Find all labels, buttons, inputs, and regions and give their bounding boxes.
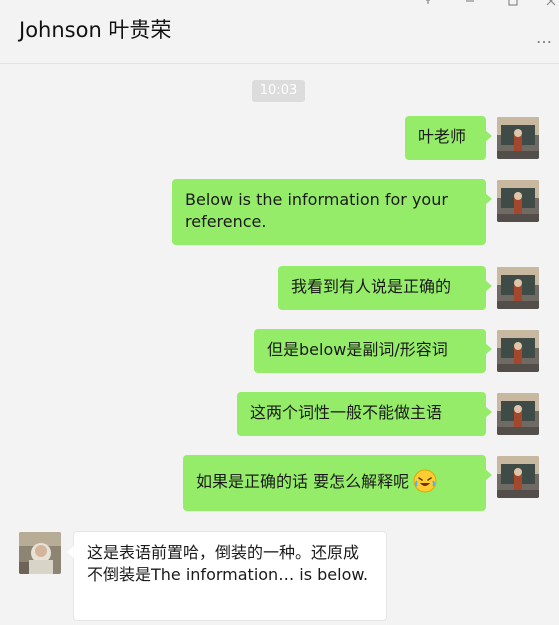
message-bubble-outgoing[interactable]: 但是below是副词/形容词 <box>254 329 492 373</box>
self-avatar[interactable] <box>497 180 539 222</box>
self-avatar[interactable] <box>497 393 539 435</box>
contact-name[interactable]: Johnson 叶贵荣 <box>19 16 171 44</box>
maximize-icon[interactable] <box>506 0 520 8</box>
self-avatar[interactable] <box>497 267 539 309</box>
message-bubble-outgoing[interactable]: Below is the information for your refere… <box>172 179 492 245</box>
minimize-icon[interactable] <box>463 0 477 8</box>
message-bubble-outgoing[interactable]: 如果是正确的话 要怎么解释呢 <box>183 455 492 511</box>
message-text: 这是表语前置哈，倒装的一种。还原成不倒装是The information… is… <box>87 543 369 584</box>
chat-header: Johnson 叶贵荣 … <box>0 0 559 64</box>
message-bubble-outgoing[interactable]: 叶老师 <box>405 116 492 160</box>
message-text: 这两个词性一般不能做主语 <box>250 403 443 422</box>
laughing-crying-emoji-icon <box>413 469 437 493</box>
message-text: Below is the information for your refere… <box>185 190 448 231</box>
more-options-icon[interactable]: … <box>536 30 553 46</box>
message-text: 如果是正确的话 要怎么解释呢 <box>196 472 410 491</box>
pin-icon[interactable] <box>421 0 435 8</box>
message-bubble-outgoing[interactable]: 这两个词性一般不能做主语 <box>237 392 492 436</box>
message-timestamp: 10:03 <box>252 80 305 102</box>
close-icon[interactable] <box>544 0 558 8</box>
self-avatar[interactable] <box>497 456 539 498</box>
self-avatar[interactable] <box>497 330 539 372</box>
message-text: 我看到有人说是正确的 <box>291 277 452 296</box>
contact-avatar[interactable] <box>19 532 61 574</box>
self-avatar[interactable] <box>497 117 539 159</box>
message-text: 叶老师 <box>418 127 467 146</box>
message-bubble-incoming[interactable]: 这是表语前置哈，倒装的一种。还原成不倒装是The information… is… <box>67 531 387 621</box>
message-text: 但是below是副词/形容词 <box>267 340 448 359</box>
message-bubble-outgoing[interactable]: 我看到有人说是正确的 <box>278 266 492 310</box>
